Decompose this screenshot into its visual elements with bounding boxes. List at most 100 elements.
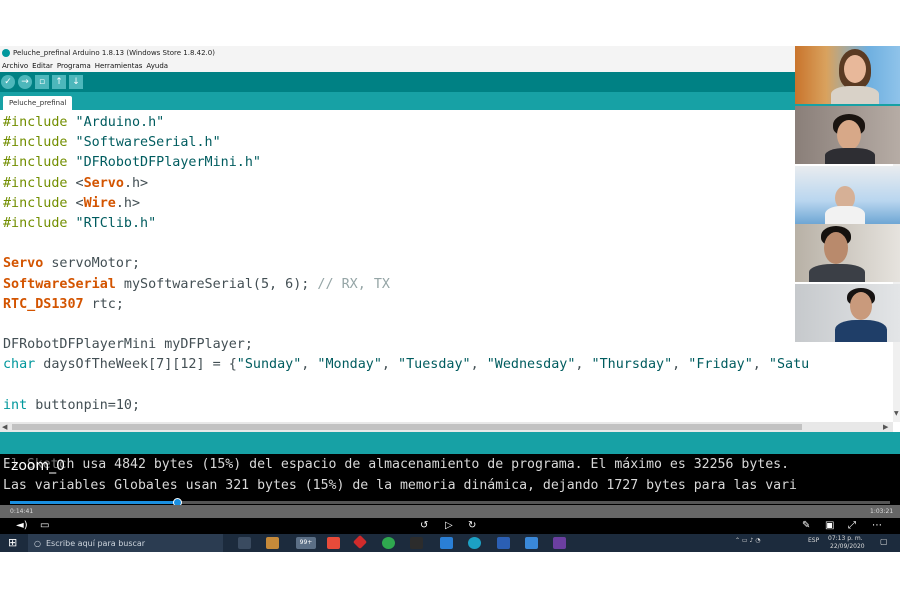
code-line[interactable]: DFRobotDFPlayerMini myDFPlayer; (3, 335, 809, 355)
menu-programa[interactable]: Programa (57, 62, 91, 70)
windows-start-icon[interactable]: ⊞ (8, 536, 17, 549)
code-token: rtc; (83, 296, 124, 312)
volume-icon[interactable]: ◄) (16, 520, 28, 531)
arduino-logo-icon (2, 49, 10, 57)
menu-archivo[interactable]: Archivo (2, 62, 28, 70)
code-editor[interactable]: #include "Arduino.h" #include "SoftwareSe… (0, 110, 893, 422)
app-icon-purple[interactable] (553, 537, 566, 549)
code-token: "Arduino.h" (67, 115, 165, 130)
code-token: "Friday" (688, 357, 753, 373)
tray-icons[interactable]: ⌃ ▭ ♪ ◔ (735, 537, 760, 544)
code-line[interactable]: #include "SoftwareSerial.h" (3, 133, 809, 153)
code-token: Servo (83, 175, 124, 191)
code-line[interactable]: SoftwareSerial mySoftwareSerial(5, 6); /… (3, 275, 809, 295)
word-icon[interactable] (497, 537, 510, 549)
code-token: DFRobotDFPlayerMini myDFPlayer; (3, 337, 253, 353)
code-token: .h> (115, 195, 141, 211)
app-icon-dark[interactable] (410, 537, 423, 549)
code-token: #include (3, 215, 68, 231)
code-line[interactable]: #include "Arduino.h" (3, 113, 809, 133)
code-token: "Tuesday" (398, 357, 471, 373)
horizontal-scroll-thumb[interactable] (12, 424, 802, 430)
participant-video-3[interactable] (795, 166, 900, 224)
horizontal-scrollbar[interactable]: ◀ ▶ (0, 422, 893, 432)
mail-badge[interactable]: 99+ (296, 537, 316, 549)
video-seek-bar[interactable] (10, 498, 890, 507)
menu-ayuda[interactable]: Ayuda (146, 62, 168, 70)
code-token: #include (3, 135, 68, 151)
code-line[interactable]: Servo servoMotor; (3, 254, 809, 274)
edge-icon[interactable] (468, 537, 481, 549)
app-icon-red[interactable] (327, 537, 340, 549)
clock-time[interactable]: 07:13 p. m. (828, 535, 863, 542)
window-title-bar: Peluche_prefinal Arduino 1.8.13 (Windows… (0, 46, 900, 60)
video-seek-progress (10, 501, 178, 504)
language-indicator[interactable]: ESP (808, 537, 819, 544)
code-token: , (752, 357, 769, 373)
pen-icon[interactable]: ✎ (802, 520, 810, 531)
fullscreen-icon[interactable]: ⤢ (848, 520, 856, 531)
code-line[interactable]: #include "DFRobotDFPlayerMini.h" (3, 153, 809, 173)
code-line[interactable]: #include "RTClib.h" (3, 214, 809, 234)
code-line[interactable] (3, 315, 809, 335)
code-token: Servo (3, 256, 44, 272)
scroll-down-icon[interactable]: ▼ (894, 410, 899, 417)
code-token: mySoftwareSerial(5, 6); (115, 276, 318, 292)
code-line[interactable] (3, 234, 809, 254)
video-controls: ◄) ▭ ↺ ▷ ↻ ✎ ▣ ⤢ ⋯ (0, 518, 900, 534)
taskbar-search-placeholder: Escribe aquí para buscar (45, 538, 146, 548)
participant-video-2[interactable] (795, 106, 900, 164)
taskbar-search-box[interactable]: ○ Escribe aquí para buscar (28, 534, 223, 552)
code-token: "Thursday" (591, 357, 673, 373)
code-token: "Sunday" (236, 357, 302, 373)
code-token: , (381, 357, 399, 373)
code-token: #include (3, 175, 68, 191)
code-token: RTC_DS1307 (3, 296, 84, 312)
code-line[interactable]: #include <Wire.h> (3, 194, 809, 214)
zoom-app-icon[interactable] (525, 537, 538, 549)
save-sketch-button[interactable]: ↓ (69, 75, 83, 89)
console-divider[interactable] (0, 432, 900, 454)
code-token: < (67, 175, 84, 191)
verify-button[interactable]: ✓ (1, 75, 15, 89)
open-sketch-button[interactable]: ↑ (52, 75, 66, 89)
code-token: // RX, TX (317, 276, 390, 292)
participant-video-5[interactable] (795, 284, 900, 342)
code-token: int (3, 397, 28, 413)
app-icon-blue[interactable] (440, 537, 453, 549)
screen-icon[interactable]: ▣ (825, 520, 834, 531)
captions-icon[interactable]: ▭ (40, 520, 49, 531)
up-arrow-icon: ↑ (55, 76, 63, 87)
scroll-left-icon[interactable]: ◀ (2, 423, 7, 431)
tab-peluche-prefinal[interactable]: Peluche_prefinal (3, 96, 73, 110)
screen: Peluche_prefinal Arduino 1.8.13 (Windows… (0, 0, 900, 600)
menu-editar[interactable]: Editar (32, 62, 53, 70)
app-icon-diamond[interactable] (352, 534, 368, 550)
code-line[interactable] (3, 375, 809, 395)
code-text[interactable]: #include "Arduino.h" #include "SoftwareSe… (3, 113, 809, 416)
down-arrow-icon: ↓ (72, 76, 80, 87)
menu-herramientas[interactable]: Herramientas (95, 62, 143, 70)
new-file-icon: ▫ (38, 76, 46, 87)
new-sketch-button[interactable]: ▫ (35, 75, 49, 89)
code-line[interactable]: RTC_DS1307 rtc; (3, 295, 809, 315)
upload-button[interactable]: → (18, 75, 32, 89)
play-icon[interactable]: ▷ (445, 520, 453, 531)
code-line[interactable]: int buttonpin=10; (3, 396, 809, 416)
task-view-icon[interactable] (238, 537, 251, 549)
rewind-10-icon[interactable]: ↺ (420, 520, 428, 531)
code-line[interactable]: char daysOfTheWeek[7][12] = {"Sunday", "… (3, 355, 809, 375)
notifications-icon[interactable]: ▢ (880, 537, 888, 546)
chrome-icon[interactable] (382, 537, 395, 549)
more-options-icon[interactable]: ⋯ (872, 520, 882, 531)
forward-30-icon[interactable]: ↻ (468, 520, 476, 531)
code-line[interactable]: #include <Servo.h> (3, 174, 809, 194)
clock-date[interactable]: 22/09/2020 (830, 543, 865, 550)
code-token: "Satu (768, 357, 810, 373)
participant-video-4[interactable] (795, 224, 900, 282)
console-line: Las variables Globales usan 321 bytes (1… (3, 478, 797, 493)
store-icon[interactable] (266, 537, 279, 549)
participant-video-1[interactable] (795, 46, 900, 104)
code-token: servoMotor; (43, 256, 141, 272)
scroll-right-icon[interactable]: ▶ (883, 423, 888, 431)
